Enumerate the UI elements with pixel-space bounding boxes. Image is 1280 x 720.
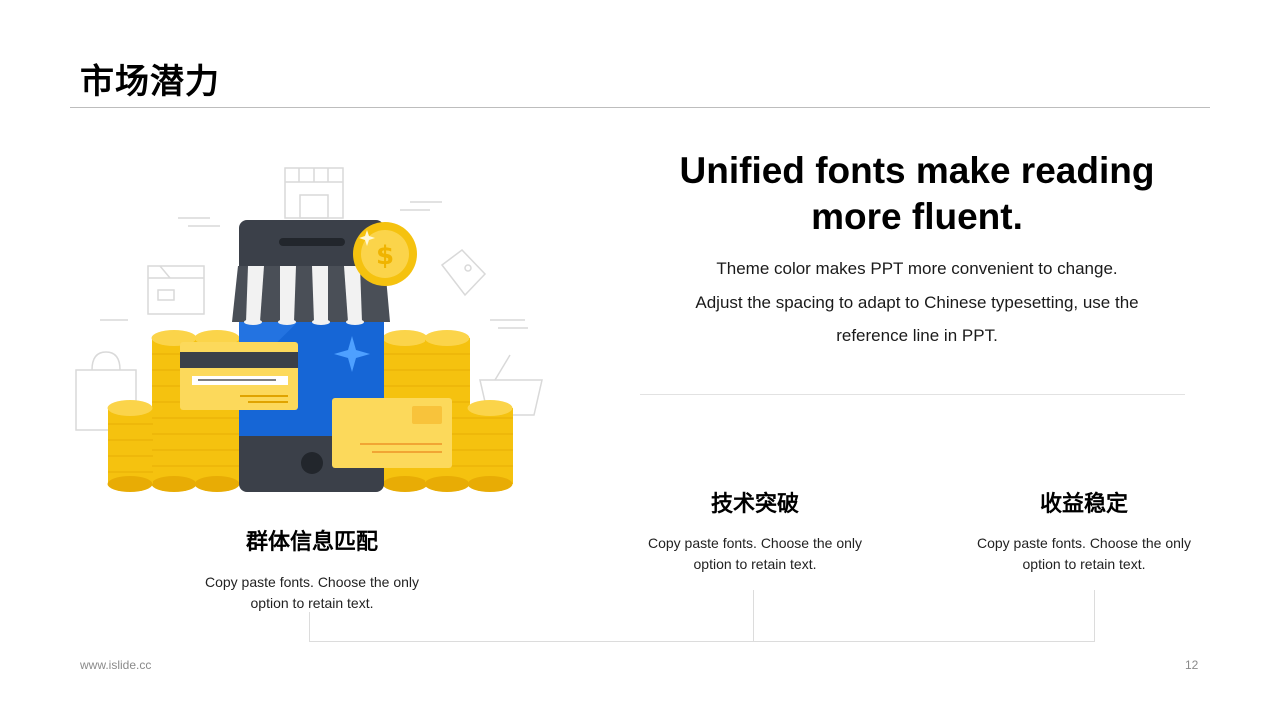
- svg-text:$: $: [376, 241, 394, 271]
- title-divider: [70, 107, 1210, 108]
- feature-text-tech-breakthrough: Copy paste fonts. Choose the only option…: [635, 533, 875, 575]
- connector-right-vertical: [1094, 590, 1095, 642]
- feature-text-line: option to retain text.: [1022, 556, 1146, 572]
- footer-url[interactable]: www.islide.cc: [80, 658, 151, 672]
- connector-bottom: [309, 641, 1095, 642]
- headline-divider: [640, 394, 1185, 395]
- feature-text-line: option to retain text.: [693, 556, 817, 572]
- feature-heading-stable-income: 收益稳定: [1039, 492, 1128, 517]
- feature-text-line: Copy paste fonts. Choose the only: [647, 535, 863, 551]
- credit-card-right: [332, 398, 452, 468]
- body-line-2: Adjust the spacing to adapt to Chinese t…: [695, 292, 1139, 312]
- feature-heading-tech-breakthrough: 技术突破: [710, 492, 799, 517]
- feature-text-group-matching: Copy paste fonts. Choose the only option…: [192, 572, 432, 614]
- headline: Unified fonts make reading more fluent.: [640, 148, 1194, 240]
- credit-card-left: [180, 342, 298, 410]
- body-line-1: Theme color makes PPT more convenient to…: [716, 259, 1118, 278]
- mobile-shop-illustration: $: [70, 160, 550, 500]
- slide-title: 市场潜力: [80, 62, 220, 102]
- headline-line-2: more fluent.: [811, 196, 1023, 237]
- gold-coin-icon: $: [353, 222, 417, 286]
- body-line-3: reference line in PPT.: [836, 326, 998, 345]
- connector-left-vertical: [309, 612, 310, 642]
- headline-line-1: Unified fonts make reading: [679, 150, 1155, 191]
- feature-heading-group-matching: 群体信息匹配: [245, 530, 378, 555]
- page-number: 12: [1185, 658, 1199, 672]
- feature-text-stable-income: Copy paste fonts. Choose the only option…: [964, 533, 1204, 575]
- feature-text-line: Copy paste fonts. Choose the only: [204, 574, 420, 590]
- headline-body: Theme color makes PPT more convenient to…: [640, 252, 1194, 353]
- feature-text-line: Copy paste fonts. Choose the only: [976, 535, 1192, 551]
- feature-text-line: option to retain text.: [250, 595, 374, 611]
- connector-center-vertical: [753, 590, 754, 642]
